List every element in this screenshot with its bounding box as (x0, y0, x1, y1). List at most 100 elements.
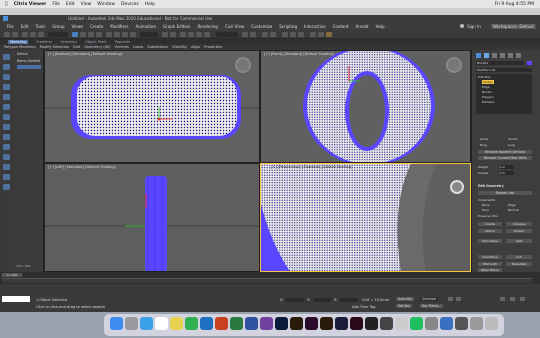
mirror-icon[interactable] (242, 32, 248, 37)
acrobat-icon[interactable] (350, 317, 363, 330)
scene-explorer-icon[interactable] (262, 32, 268, 37)
render-setup-icon[interactable] (310, 32, 316, 37)
ref-coord-select[interactable] (140, 32, 158, 37)
constraint-face[interactable]: Face (482, 208, 489, 212)
move-icon[interactable] (106, 32, 112, 37)
pan-icon[interactable] (510, 297, 515, 301)
curve-editor-icon[interactable] (282, 32, 288, 37)
spotify-icon[interactable] (410, 317, 423, 330)
illustrator-icon[interactable] (290, 317, 303, 330)
autokey-button[interactable]: Auto Key (396, 297, 415, 301)
menu-interactive[interactable]: Interactive (304, 24, 326, 29)
selection-filter[interactable] (48, 32, 68, 37)
safari-icon[interactable] (140, 317, 153, 330)
manipulate-icon[interactable] (170, 32, 176, 37)
finder-icon[interactable] (110, 317, 123, 330)
mac-menu-edit[interactable]: Edit (66, 2, 75, 7)
remove-isolated-button[interactable]: Remove Isolated Vertices (478, 150, 532, 154)
tab-modeling[interactable]: Modeling (8, 39, 29, 44)
redo-icon[interactable] (12, 32, 18, 37)
setkey-button[interactable]: Set Key (396, 304, 413, 308)
messages-icon[interactable] (185, 317, 198, 330)
preserve-uvs-checkbox[interactable]: Preserve UVs (478, 214, 498, 218)
stack-item-edit-poly[interactable]: Edit Poly (478, 75, 491, 79)
ring-button[interactable]: Ring (480, 143, 487, 147)
menu-file[interactable]: File (7, 24, 14, 29)
ribbon-vertices[interactable]: Vertices (115, 45, 129, 49)
menu-rendering[interactable]: Rendering (198, 24, 218, 29)
ribbon-align[interactable]: Align (191, 45, 200, 49)
z-coord-field[interactable] (340, 298, 358, 302)
menu-animation[interactable]: Animation (136, 24, 156, 29)
menu-civil-view[interactable]: Civil View (225, 24, 244, 29)
object-color-swatch[interactable] (527, 61, 532, 65)
y-coord-field[interactable] (313, 298, 331, 302)
ribbon-properties[interactable]: Properties (204, 45, 222, 49)
stack-item-border[interactable]: Border (482, 90, 492, 94)
excel-icon[interactable] (230, 317, 243, 330)
modifier-list-select[interactable]: Modifier List (476, 68, 532, 72)
viewport-front[interactable]: [+] [Front] [Standard] [Default Shading] (260, 50, 471, 163)
constraint-normal[interactable]: Normal (508, 208, 519, 212)
bridge-icon[interactable] (320, 317, 333, 330)
viewport-label[interactable]: [+] [Perspective] [Standard] [Default Sh… (271, 165, 353, 169)
mac-menu-view[interactable]: View (81, 2, 92, 7)
undo-icon[interactable] (4, 32, 10, 37)
render-frame-icon[interactable] (318, 32, 324, 37)
pivot-icon[interactable] (162, 32, 168, 37)
split-button[interactable]: Split (506, 239, 532, 243)
menu-arnold[interactable]: Arnold (355, 24, 368, 29)
tab-object-paint[interactable]: Object Paint (85, 40, 107, 44)
modify-tab-icon[interactable] (484, 53, 489, 58)
outlook-icon[interactable] (245, 317, 258, 330)
launchpad-icon[interactable] (125, 317, 138, 330)
named-selection-input[interactable] (216, 32, 238, 37)
time-slider[interactable]: 0 / 100 (2, 273, 22, 277)
lightroom-icon[interactable] (365, 317, 378, 330)
zoom-extents-icon[interactable] (500, 297, 505, 301)
mac-menu-help[interactable]: Help (145, 2, 155, 7)
viewport-perspective[interactable]: [+] [Perspective] [Standard] [Default Sh… (260, 163, 471, 272)
object-name-field[interactable]: Box001 (476, 61, 524, 65)
workspace-select[interactable]: Workspaces: Default (490, 23, 536, 29)
collapse-button[interactable]: Collapse (506, 222, 532, 226)
percent-snap-icon[interactable] (196, 32, 202, 37)
indesign-icon[interactable] (305, 317, 318, 330)
signin-link[interactable]: Sign In (467, 24, 481, 29)
user-icon[interactable] (460, 24, 465, 28)
viewport-bottom[interactable]: [+] [Bottom] [Standard] [Default Shading… (44, 50, 260, 163)
material-editor-icon[interactable] (298, 32, 304, 37)
menu-modifiers[interactable]: Modifiers (110, 24, 128, 29)
scale-icon[interactable] (122, 32, 128, 37)
selected-dropdown[interactable]: Selected (420, 297, 438, 301)
angle-snap-icon[interactable] (188, 32, 194, 37)
app-name[interactable]: Citrix Viewer (14, 2, 47, 7)
menu-group[interactable]: Group (52, 24, 64, 29)
ribbon-geometry[interactable]: Geometry (All) (84, 45, 110, 49)
hierarchy-tab-icon[interactable] (492, 53, 497, 58)
viewcube-icon[interactable] (235, 57, 251, 73)
link-icon[interactable] (22, 32, 28, 37)
msmooth-button[interactable]: MSmooth (478, 262, 502, 266)
menu-tools[interactable]: Tools (35, 24, 45, 29)
lights-filter-icon[interactable] (3, 104, 10, 110)
calendar-icon[interactable] (155, 317, 168, 330)
tessellate-button[interactable]: Tessellate (506, 262, 532, 266)
create-button[interactable]: Create (478, 222, 502, 226)
mac-menu-file[interactable]: File (52, 2, 60, 7)
maxscript-listener[interactable] (2, 296, 30, 302)
quickslice-button[interactable]: QuickSlice (478, 255, 502, 259)
spinner-snap-icon[interactable] (204, 32, 210, 37)
display-none-icon[interactable] (3, 64, 10, 70)
groups-filter-icon[interactable] (3, 144, 10, 150)
menu-edit[interactable]: Edit (21, 24, 29, 29)
key-filters-button[interactable]: Key Filters... (420, 304, 444, 308)
constraint-edge[interactable]: Edge (508, 203, 516, 207)
ribbon-modify-selection[interactable]: Modify Selection (40, 45, 70, 49)
select-mode-icon[interactable] (3, 54, 10, 60)
menu-views[interactable]: Views (72, 24, 84, 29)
mac-menu-devices[interactable]: Devices (121, 2, 139, 7)
xrefs-filter-icon[interactable] (3, 154, 10, 160)
snap-icon[interactable] (180, 32, 186, 37)
tab-freeform[interactable]: Freeform (36, 40, 52, 44)
